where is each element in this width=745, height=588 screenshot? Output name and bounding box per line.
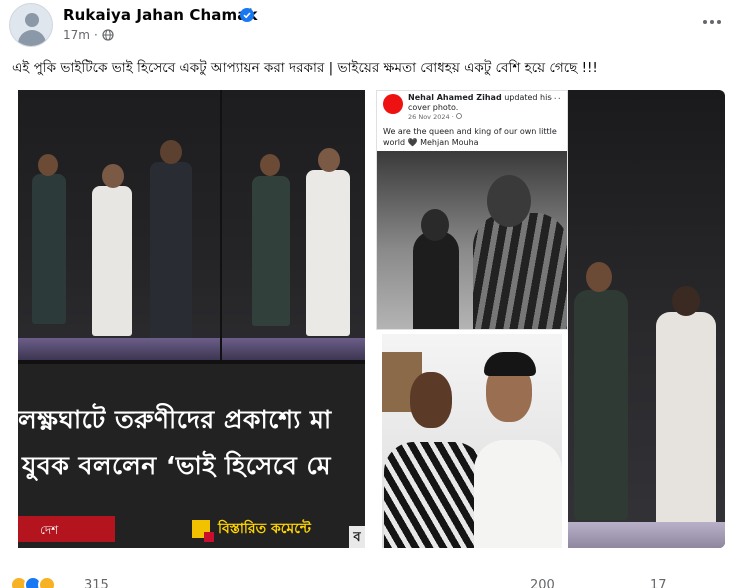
person-head (102, 164, 124, 188)
globe-icon[interactable] (102, 29, 114, 41)
person-figure (32, 174, 66, 324)
post-header: Rukaiya Jahan Chamak 17m · (0, 0, 745, 52)
post-media[interactable]: লক্ষ্ণঘাটে তরুণীদের প্রকাশ্যে মা যুবক বল… (18, 90, 725, 548)
sad-icon[interactable] (38, 576, 56, 588)
person-head (260, 154, 280, 176)
person-hair (484, 352, 536, 376)
child-head (421, 209, 449, 241)
author-name[interactable]: Rukaiya Jahan Chamak (63, 6, 258, 24)
news-video-thumbnail[interactable]: লক্ষ্ণঘাটে তরুণীদের প্রকাশ্যে মা যুবক বল… (18, 90, 365, 548)
cover-update-text: Nehal Ahamed Zihad updated his cover pho… (408, 93, 558, 113)
details-in-comments: বিস্তারিত কমেন্টে (192, 516, 311, 542)
post-meta: 17m · (63, 28, 114, 42)
avatar-body-shape (18, 30, 46, 46)
corner-mark: ব (349, 526, 365, 548)
person-figure (574, 290, 628, 520)
post-footer: 315 200 17 (10, 572, 730, 588)
more-dot (710, 20, 714, 24)
card-date-text: 26 Nov 2024 · (408, 113, 456, 121)
post-caption: এই পুকি ভাইটিকে ভাই হিসেবে একটু আপ্যায়ন… (12, 60, 598, 76)
selfie-photo (382, 334, 562, 548)
avatar-head-shape (25, 13, 39, 27)
news-headline-banner: লক্ষ্ণঘাটে তরুণীদের প্রকাশ্যে মা যুবক বল… (18, 364, 365, 548)
person-figure (656, 312, 716, 526)
card-menu-icon: ··· (549, 94, 562, 105)
more-dot (703, 20, 707, 24)
person-head (586, 262, 612, 292)
cover-photo (377, 151, 567, 329)
meta-separator: · (93, 28, 98, 42)
person-head (38, 154, 58, 176)
person-head (672, 286, 700, 316)
person-face (410, 372, 452, 428)
video-scene-left (18, 90, 220, 360)
category-tag: দেশ (18, 516, 115, 542)
verified-badge-icon (240, 8, 254, 22)
headline-line-2: যুবক বললেন ‘ভাই হিসেবে মে (22, 451, 331, 480)
video-scene-right (222, 90, 365, 360)
card-date: 26 Nov 2024 · (408, 113, 462, 121)
post-time[interactable]: 17m (63, 28, 90, 42)
stage-floor (568, 522, 725, 548)
profile-avatar (383, 94, 403, 114)
share-count[interactable]: 17 (650, 578, 667, 588)
person-figure (150, 162, 192, 344)
man-figure (473, 213, 567, 329)
more-options-icon[interactable] (700, 10, 724, 34)
person-figure (306, 170, 350, 336)
more-dot (717, 20, 721, 24)
details-in-comments-text: বিস্তারিত কমেন্টে (218, 521, 311, 537)
reaction-count[interactable]: 315 (84, 578, 109, 588)
avatar[interactable] (9, 3, 53, 47)
person-shirt (474, 440, 562, 548)
person-figure (92, 186, 132, 336)
comment-count[interactable]: 200 (530, 578, 555, 588)
card-quote: We are the queen and king of our own lit… (383, 127, 557, 147)
person-figure (252, 176, 290, 326)
comment-pointer-icon (192, 520, 214, 542)
composite-image[interactable]: Nehal Ahamed Zihad updated his cover pho… (376, 90, 568, 548)
stage-floor (222, 338, 365, 360)
person-head (160, 140, 182, 164)
cover-photo-card: Nehal Ahamed Zihad updated his cover pho… (376, 90, 568, 330)
person-shirt (384, 442, 484, 548)
globe-icon (455, 113, 462, 119)
person-head (318, 148, 340, 172)
headline-line-1: লক্ষ্ণঘাটে তরুণীদের প্রকাশ্যে মা (18, 405, 332, 434)
man-head (487, 175, 531, 227)
child-figure (413, 231, 459, 329)
video-still-right[interactable] (568, 90, 725, 548)
stage-floor (18, 338, 220, 360)
card-author: Nehal Ahamed Zihad (408, 93, 502, 102)
